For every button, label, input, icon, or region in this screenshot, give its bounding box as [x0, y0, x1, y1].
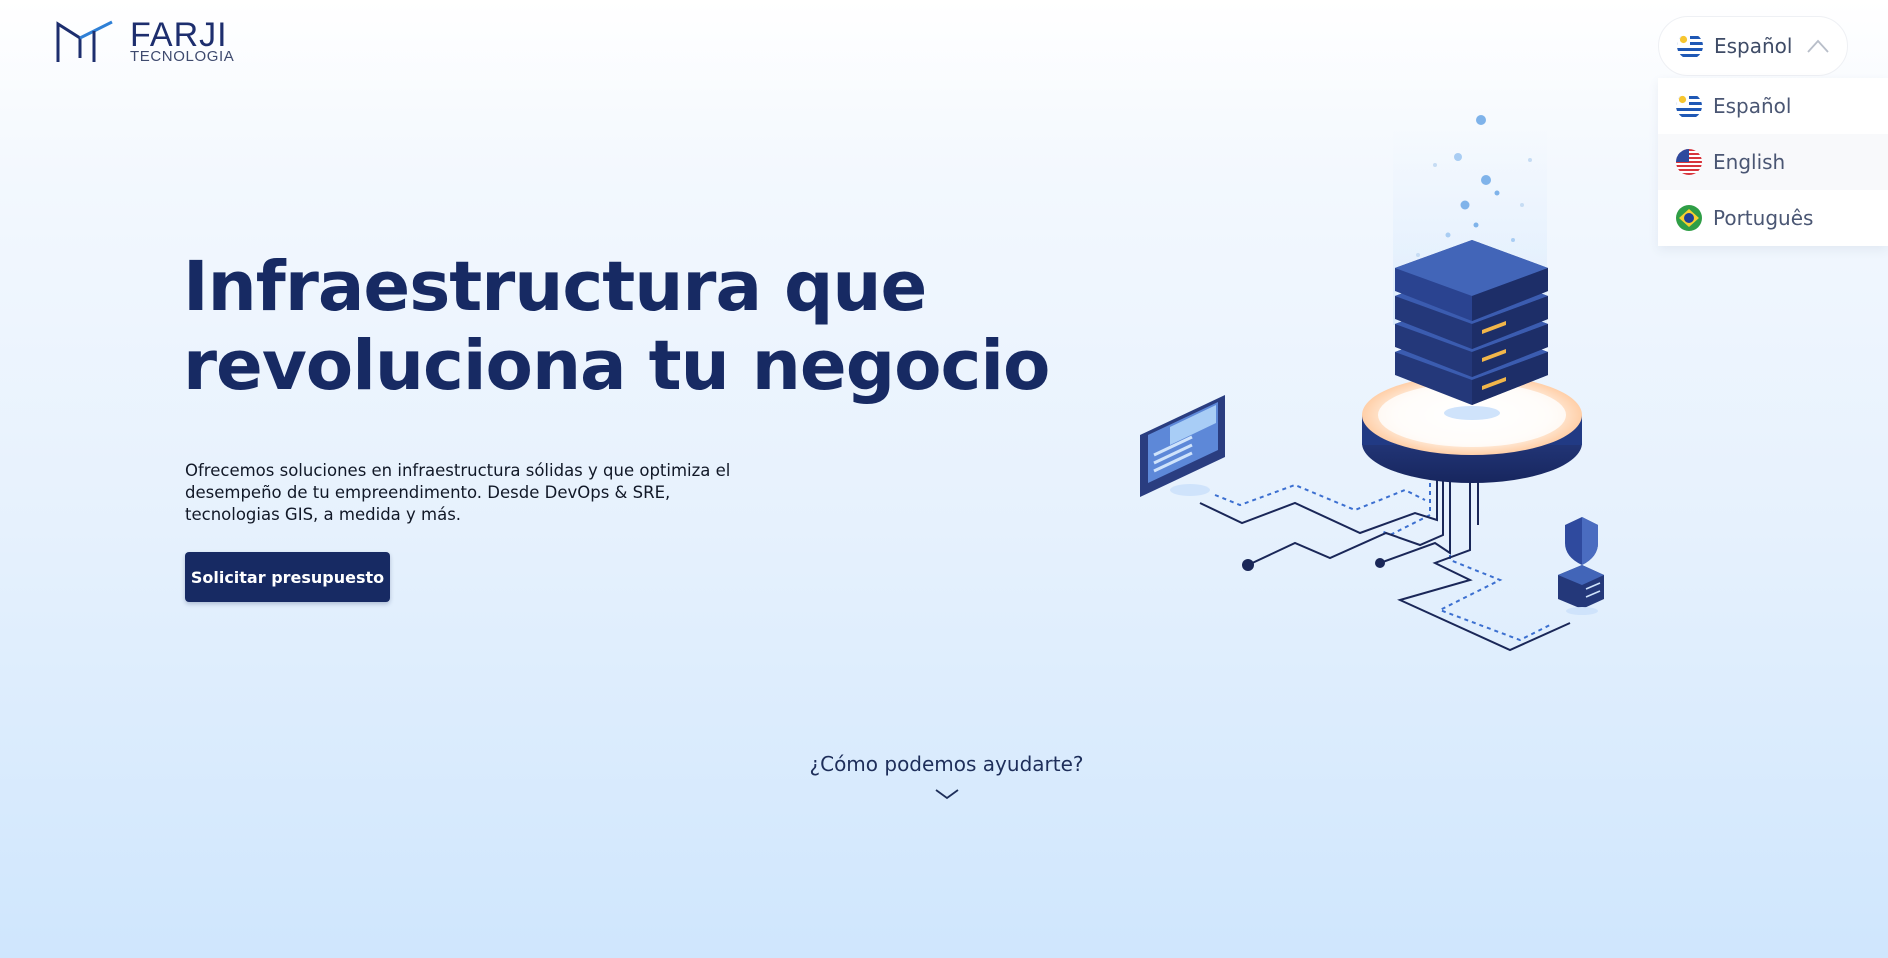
language-option-label: Español [1713, 94, 1792, 118]
chevron-down-icon[interactable] [934, 788, 960, 800]
uruguay-flag-icon [1677, 33, 1703, 59]
hero-title-line-2: revoluciona tu negocio [183, 326, 1050, 406]
small-server-icon [1558, 565, 1604, 615]
monitor-icon [1140, 395, 1225, 497]
chevron-up-icon[interactable] [1807, 39, 1829, 53]
language-option-spanish[interactable]: Español [1658, 78, 1888, 134]
language-option-portuguese[interactable]: Português [1658, 190, 1888, 246]
hero-title: Infraestructura que revoluciona tu negoc… [183, 248, 1083, 406]
language-option-english[interactable]: English [1658, 134, 1888, 190]
farji-logo-mark-icon [56, 20, 113, 62]
shield-icon [1565, 517, 1598, 565]
language-dropdown-menu: Español English Português [1658, 78, 1888, 246]
hero-title-line-1: Infraestructura que [183, 247, 927, 327]
help-link[interactable]: ¿Cómo podemos ayudarte? [770, 752, 1123, 776]
brand-subtitle: TECNOLOGIA [130, 48, 235, 65]
hero-description: Ofrecemos soluciones en infraestructura … [185, 461, 731, 524]
request-quote-button[interactable]: Solicitar presupuesto [185, 552, 390, 602]
brand-logo[interactable]: FARJI TECNOLOGIA [54, 18, 234, 66]
language-selected-label: Español [1714, 34, 1793, 58]
brand-name: FARJI [130, 16, 228, 54]
brazil-flag-icon [1676, 205, 1702, 231]
server-infrastructure-illustration [1140, 115, 1604, 652]
uruguay-flag-icon [1676, 93, 1702, 119]
language-option-label: English [1713, 150, 1786, 174]
language-option-label: Português [1713, 206, 1814, 230]
server-stack-icon [1395, 240, 1548, 405]
language-selector[interactable]: Español [1658, 16, 1848, 76]
usa-flag-icon [1676, 149, 1702, 175]
